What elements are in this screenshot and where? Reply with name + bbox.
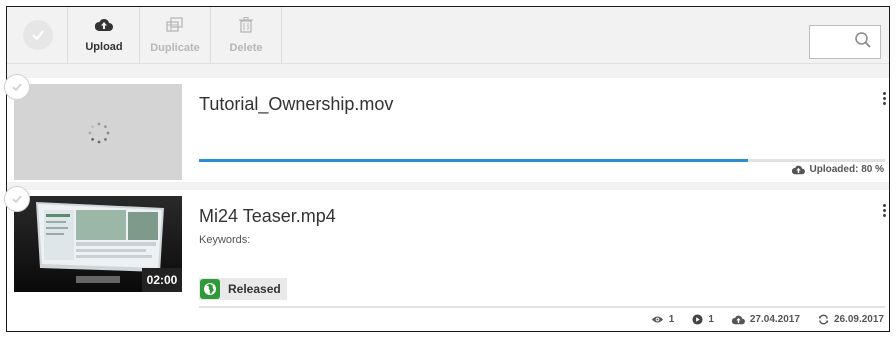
- duplicate-icon: [166, 16, 184, 36]
- plays-stat: 1: [692, 314, 714, 325]
- release-status-text: Released: [228, 282, 281, 296]
- list-spacer: [7, 64, 889, 78]
- upload-progress-fill: [199, 159, 748, 162]
- list-item[interactable]: 02:00 Mi24 Teaser.mp4 Keywords: Released…: [4, 186, 888, 325]
- upload-status-text: Uploaded: 80 %: [809, 164, 884, 175]
- video-stats: 1 1 27.04.2017 26.09.2017: [633, 314, 884, 325]
- upload-label: Upload: [85, 40, 123, 53]
- updated-date: 26.09.2017: [833, 314, 884, 325]
- views-count: 1: [668, 314, 675, 325]
- eye-icon: [651, 316, 663, 323]
- delete-label: Delete: [229, 41, 263, 54]
- updated-date-stat: 26.09.2017: [818, 314, 884, 325]
- cloud-upload-icon: [731, 315, 745, 324]
- select-all-button[interactable]: [9, 7, 68, 63]
- upload-status: Uploaded: 80 %: [791, 164, 884, 175]
- item-select-checkbox[interactable]: [4, 186, 30, 212]
- plays-count: 1: [708, 314, 714, 325]
- list-separator: [7, 182, 889, 190]
- delete-button[interactable]: Delete: [211, 7, 282, 63]
- video-title[interactable]: Tutorial_Ownership.mov: [199, 94, 393, 115]
- video-duration-badge: 02:00: [142, 268, 182, 292]
- cloud-upload-icon: [94, 18, 113, 35]
- video-thumbnail[interactable]: 02:00: [14, 196, 182, 292]
- release-status-badge[interactable]: Released: [199, 278, 287, 300]
- loading-spinner-icon: [88, 122, 110, 144]
- upload-progress-bar: [199, 159, 885, 162]
- video-title[interactable]: Mi24 Teaser.mp4: [199, 206, 336, 227]
- keywords-label: Keywords:: [199, 234, 251, 246]
- video-thumbnail[interactable]: [14, 84, 182, 180]
- upload-button[interactable]: Upload: [69, 7, 140, 63]
- uploaded-date-stat: 27.04.2017: [731, 314, 800, 325]
- uploaded-date: 27.04.2017: [749, 314, 800, 325]
- search-input[interactable]: [809, 25, 881, 59]
- duplicate-button[interactable]: Duplicate: [140, 7, 211, 63]
- trash-icon: [239, 16, 253, 36]
- globe-icon: [200, 279, 220, 299]
- list-item[interactable]: Tutorial_Ownership.mov Uploaded: 80 %: [4, 74, 888, 180]
- search-icon: [854, 31, 872, 54]
- more-options-icon[interactable]: [880, 202, 888, 219]
- more-options-icon[interactable]: [880, 90, 888, 107]
- toolbar: Upload Duplicate Delete: [7, 7, 889, 64]
- cloud-upload-icon: [791, 165, 805, 174]
- duplicate-label: Duplicate: [150, 41, 200, 54]
- views-stat: 1: [651, 314, 675, 325]
- check-icon: [23, 20, 53, 50]
- refresh-icon: [818, 314, 829, 325]
- item-select-checkbox[interactable]: [4, 74, 30, 100]
- play-circle-icon: [692, 314, 703, 325]
- item-divider: [199, 306, 885, 308]
